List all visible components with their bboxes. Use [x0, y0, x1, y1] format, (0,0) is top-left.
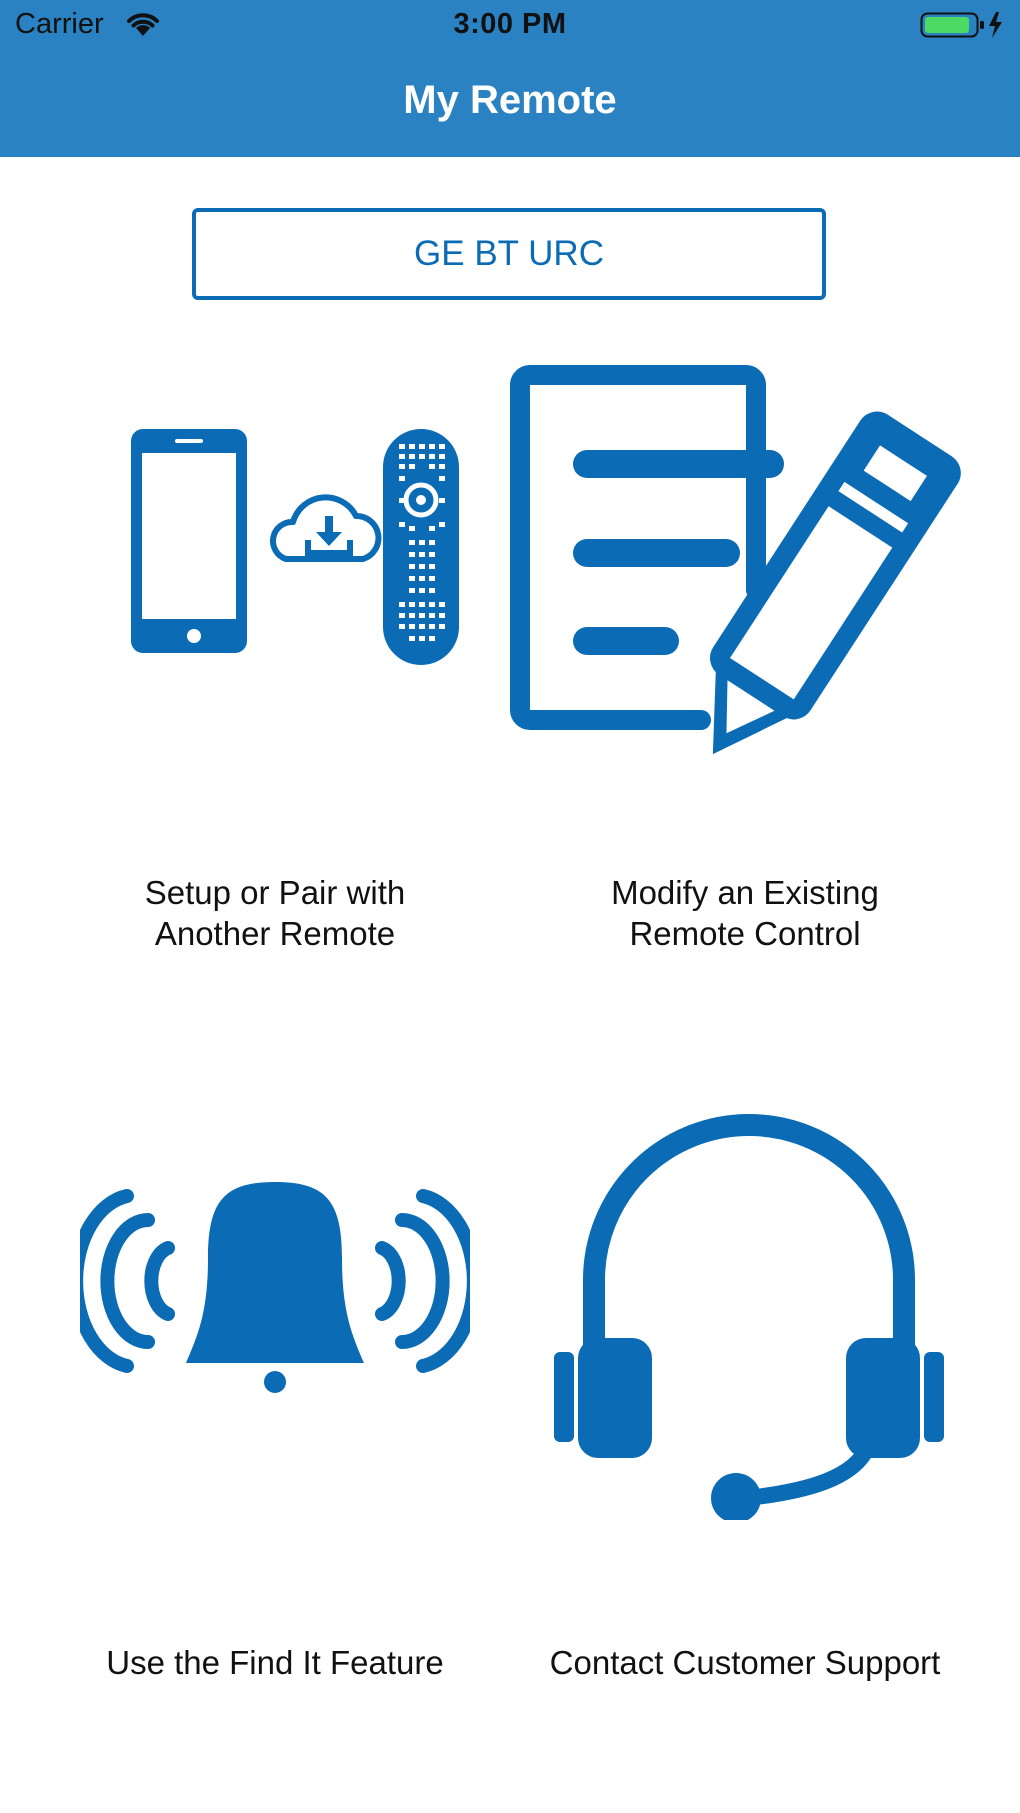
modify-remote-label: Modify an Existing Remote Control [611, 874, 879, 952]
find-it-label: Use the Find It Feature [106, 1644, 444, 1681]
contact-support-tile[interactable]: Contact Customer Support [510, 1080, 980, 1700]
battery-icon [920, 12, 1002, 38]
setup-pair-tile[interactable]: Setup or Pair with Another Remote [40, 350, 510, 970]
clock: 3:00 PM [453, 8, 567, 40]
phone-cloud-remote-icon [131, 429, 459, 665]
modify-remote-tile[interactable]: Modify an Existing Remote Control [510, 350, 980, 970]
ringing-bell-icon [80, 1182, 470, 1393]
page-title: My Remote [403, 78, 617, 122]
find-it-tile[interactable]: Use the Find It Feature [40, 1080, 510, 1700]
headset-icon [554, 1114, 944, 1520]
setup-pair-label: Setup or Pair with Another Remote [144, 874, 406, 952]
contact-support-label: Contact Customer Support [549, 1644, 941, 1681]
document-pencil-icon [510, 365, 961, 755]
status-bar: Carrier 3:00 PM [0, 0, 1020, 52]
device-select-button[interactable]: GE BT URC [192, 208, 826, 300]
